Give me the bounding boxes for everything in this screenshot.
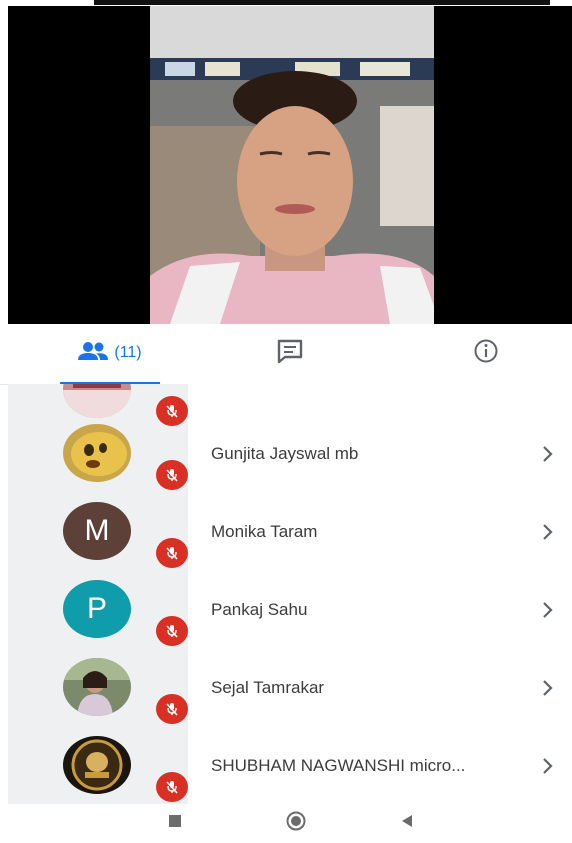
chevron-right-icon[interactable] <box>538 598 558 622</box>
avatar: M <box>63 502 131 560</box>
mic-off-icon <box>156 694 188 724</box>
chevron-right-icon[interactable] <box>538 520 558 544</box>
mic-off-icon <box>156 460 188 490</box>
tab-info[interactable] <box>436 324 536 382</box>
participant-name: Sejal Tamrakar <box>211 678 325 697</box>
speaker-video-feed <box>150 6 434 324</box>
avatar <box>63 658 131 716</box>
square-icon <box>168 814 182 833</box>
status-bar-strip <box>94 0 550 5</box>
participants-count: (11) <box>114 344 142 361</box>
circle-icon <box>286 811 306 836</box>
mic-off-icon <box>156 396 188 426</box>
participant-name: SHUBHAM NAGWANSHI micro... <box>211 756 466 775</box>
avatar-letter: M <box>84 514 110 547</box>
nav-recents-button[interactable] <box>145 804 205 843</box>
people-icon <box>78 341 109 366</box>
avatar <box>63 736 131 794</box>
mic-off-icon <box>156 616 188 646</box>
participant-row[interactable]: M Monika Taram <box>8 502 572 580</box>
chat-icon <box>276 338 304 369</box>
avatar-wrapper <box>63 658 188 724</box>
nav-back-button[interactable] <box>377 804 437 843</box>
avatar <box>63 424 131 482</box>
nav-home-button[interactable] <box>266 804 326 843</box>
avatar-wrapper: P <box>63 580 188 646</box>
avatar: P <box>63 580 131 638</box>
chevron-right-icon[interactable] <box>538 754 558 778</box>
avatar-wrapper <box>63 384 188 426</box>
avatar-wrapper: M <box>63 502 188 568</box>
participant-name: Pankaj Sahu <box>211 600 308 619</box>
tab-participants[interactable]: (11) <box>40 324 180 382</box>
system-navigation-bar <box>0 804 572 843</box>
participants-list[interactable]: Gunjita Jayswal mb M Monika Taram P Pank… <box>8 384 572 804</box>
chevron-right-icon[interactable] <box>538 676 558 700</box>
tab-chat[interactable] <box>240 324 340 382</box>
main-video-area[interactable] <box>8 6 572 324</box>
avatar-letter: P <box>86 592 107 625</box>
triangle-back-icon <box>399 813 415 834</box>
tab-bar: (11) <box>0 324 572 385</box>
participant-name: Monika Taram <box>211 522 318 541</box>
avatar-wrapper <box>63 424 188 490</box>
chevron-right-icon[interactable] <box>538 442 558 466</box>
mic-off-icon <box>156 538 188 568</box>
info-icon <box>473 338 499 369</box>
avatar <box>63 384 131 418</box>
participant-row[interactable]: Sejal Tamrakar <box>8 658 572 736</box>
participant-row[interactable]: Gunjita Jayswal mb <box>8 424 572 502</box>
participant-row[interactable]: SHUBHAM NAGWANSHI micro... <box>8 736 572 804</box>
mic-off-icon <box>156 772 188 802</box>
avatar-wrapper <box>63 736 188 802</box>
participant-name: Gunjita Jayswal mb <box>211 444 359 463</box>
participant-row[interactable]: P Pankaj Sahu <box>8 580 572 658</box>
